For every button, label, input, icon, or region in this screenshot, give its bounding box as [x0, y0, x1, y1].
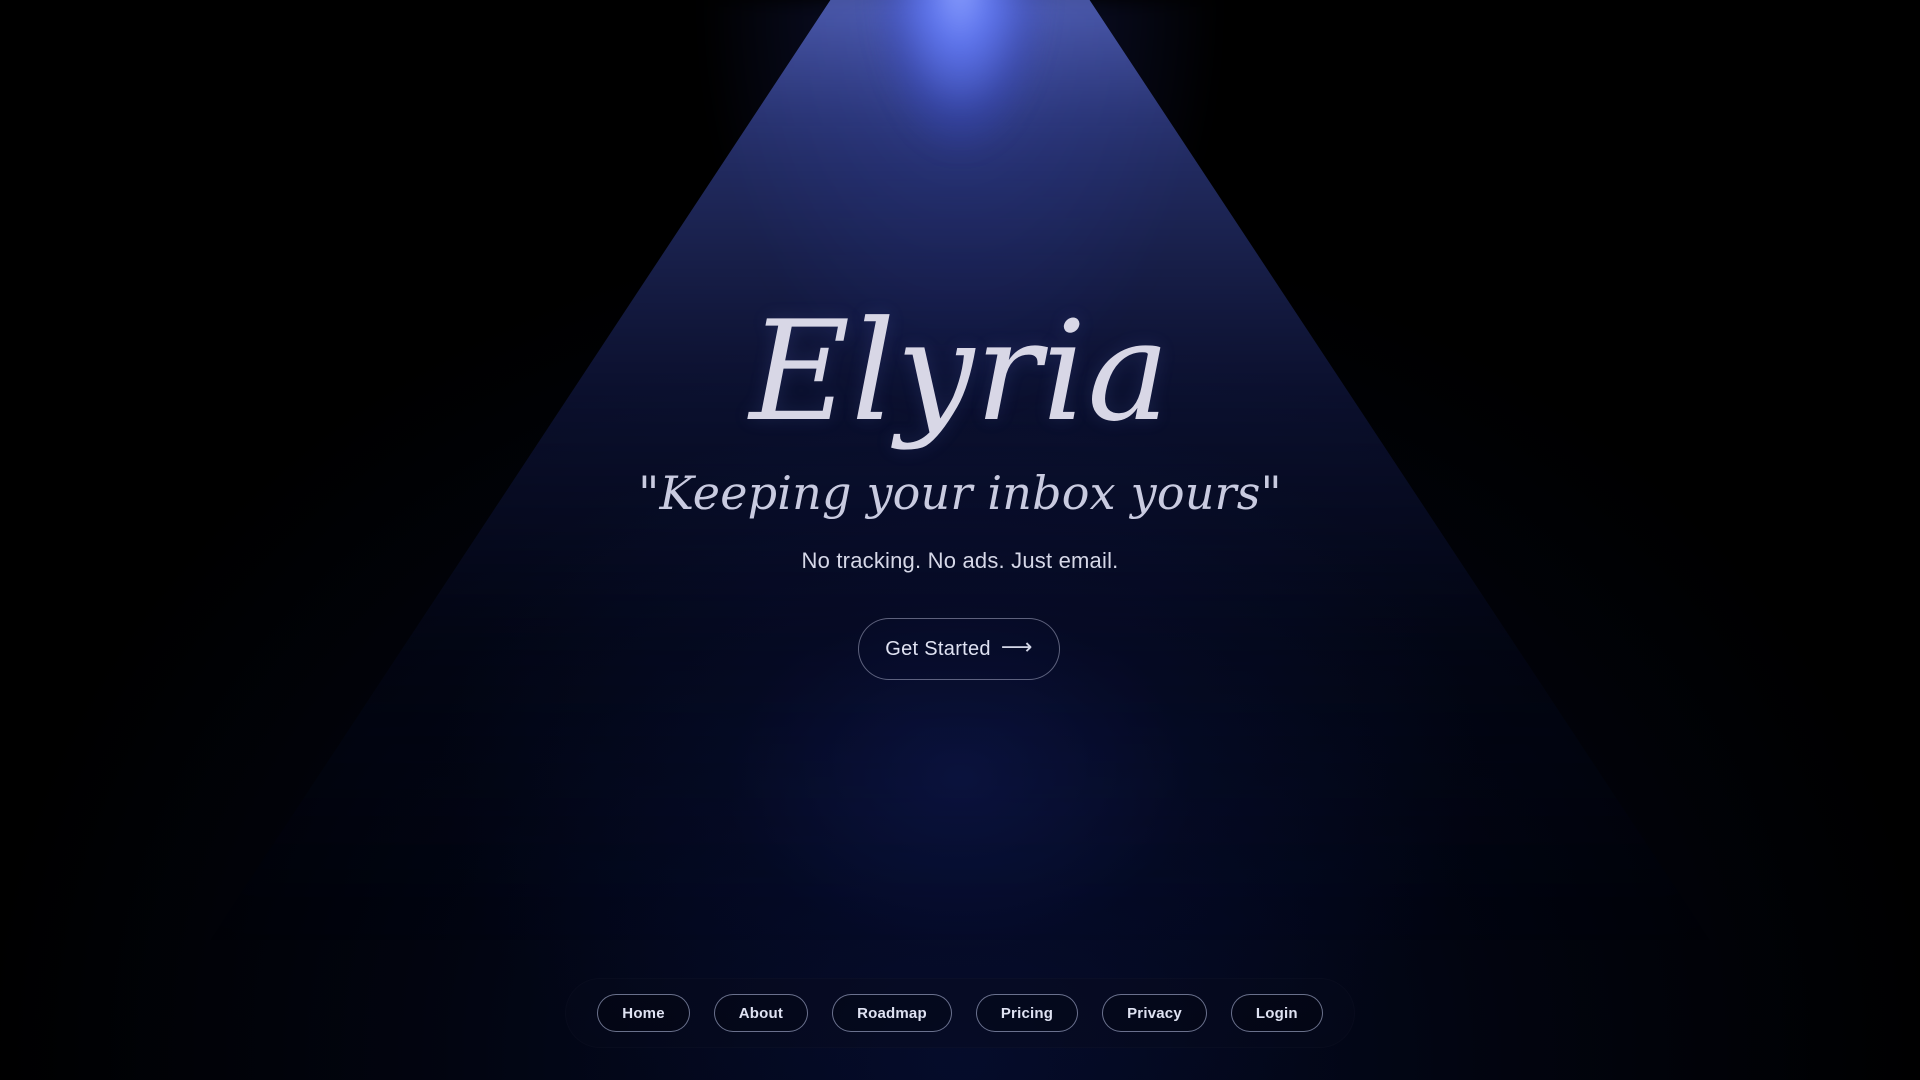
nav-item-roadmap[interactable]: Roadmap — [832, 994, 952, 1032]
hero-subtext: No tracking. No ads. Just email. — [801, 548, 1119, 573]
get-started-button[interactable]: Get Started ⟶ — [858, 618, 1060, 680]
hero-section: Elyria "Keeping your inbox yours" No tra… — [0, 0, 1920, 700]
get-started-label: Get Started — [885, 637, 991, 660]
nav-item-privacy[interactable]: Privacy — [1102, 994, 1207, 1032]
nav-item-about[interactable]: About — [713, 994, 809, 1032]
nav-item-pricing[interactable]: Pricing — [975, 994, 1079, 1032]
brand-title: Elyria — [749, 291, 1171, 452]
arrow-right-icon: ⟶ — [1000, 635, 1033, 660]
tagline: "Keeping your inbox yours" — [638, 466, 1282, 520]
nav-item-login[interactable]: Login — [1230, 994, 1323, 1032]
nav-item-home[interactable]: Home — [597, 994, 690, 1032]
